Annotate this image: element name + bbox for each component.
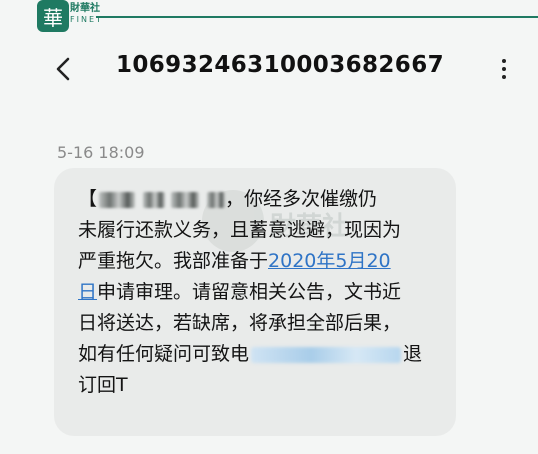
message-line-2: 未履行还款义务，且蓄意逃避，现因为 xyxy=(78,219,402,241)
message-timestamp: 5-16 18:09 xyxy=(57,143,145,162)
message-bubble[interactable]: 財華社 【，你经多次催缴仍 未履行还款义务，且蓄意逃避，现因为 严重拖欠。我部准… xyxy=(54,168,456,436)
brand-header: 華 財華社 FINET xyxy=(0,0,538,34)
redacted-sender xyxy=(143,191,166,208)
message-text: 严重拖欠。我部准备于 xyxy=(78,250,269,272)
more-vertical-icon xyxy=(502,59,506,63)
message-line-6: 如有任何疑问可致电 退 xyxy=(78,339,434,370)
date-link[interactable]: 2020年5月20 xyxy=(268,250,391,272)
message-text: 申请审理。请留意相关公告，文书近 xyxy=(97,281,402,303)
message-text: 退 xyxy=(403,343,423,365)
more-dot xyxy=(502,75,506,79)
finet-logo-icon: 華 xyxy=(37,0,69,32)
message-text: 如有任何疑问可致电 xyxy=(78,343,250,365)
redacted-phone-link[interactable] xyxy=(251,346,402,363)
message-bracket: 【 xyxy=(78,188,98,210)
redacted-sender xyxy=(207,191,226,208)
message-text: ，你经多次催缴仍 xyxy=(225,188,378,210)
redacted-sender xyxy=(171,191,200,208)
message-line-1: 【 ，你经多次催缴仍 xyxy=(78,184,434,215)
chevron-left-icon xyxy=(56,57,70,81)
brand-name: 財華社 FINET xyxy=(70,3,103,25)
message-line-3: 严重拖欠。我部准备于2020年5月20 xyxy=(78,246,434,277)
message-line-4: 日申请审理。请留意相关公告，文书近 xyxy=(78,277,434,308)
sender-number: 10693246310003682667 xyxy=(115,52,445,78)
message-line-7: 订回T xyxy=(78,374,128,396)
message-body: 【 ，你经多次催缴仍 未履行还款义务，且蓄意逃避，现因为 严重拖欠。我部准备于20… xyxy=(78,184,434,401)
brand-divider xyxy=(96,16,538,18)
more-options-button[interactable] xyxy=(494,54,514,84)
date-link[interactable]: 日 xyxy=(78,281,97,303)
back-button[interactable] xyxy=(48,54,78,84)
redacted-sender xyxy=(99,191,136,208)
message-line-5: 日将送达，若缺席，将承担全部后果， xyxy=(78,312,402,334)
more-dot xyxy=(502,67,506,71)
conversation-header: 10693246310003682667 xyxy=(0,44,538,94)
brand-name-cn: 財華社 xyxy=(70,3,100,14)
